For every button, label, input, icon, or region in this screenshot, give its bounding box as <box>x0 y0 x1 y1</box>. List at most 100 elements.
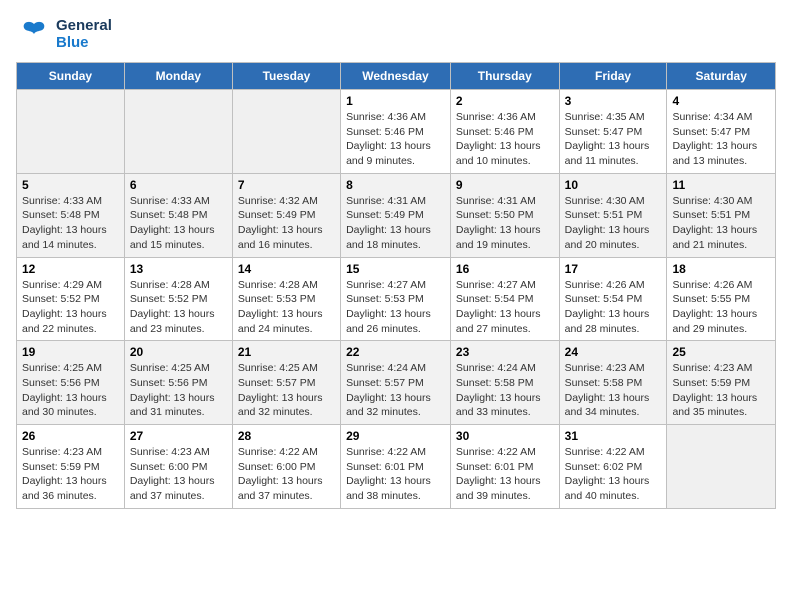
calendar-day-cell: 20Sunrise: 4:25 AM Sunset: 5:56 PM Dayli… <box>124 341 232 425</box>
logo-bird-icon <box>16 16 52 52</box>
calendar-day-cell: 27Sunrise: 4:23 AM Sunset: 6:00 PM Dayli… <box>124 425 232 509</box>
calendar-day-cell: 19 Sunrise: 4:25 AM Sunset: 5:56 PM Dayli… <box>17 341 125 425</box>
logo: General Blue <box>16 16 112 52</box>
day-info: Sunrise: 4:23 AM Sunset: 6:00 PM Dayligh… <box>130 445 227 504</box>
day-info: Sunrise: 4:31 AM Sunset: 5:49 PM Dayligh… <box>346 194 445 253</box>
day-header-sunday: Sunday <box>17 63 125 90</box>
day-info: Sunrise: 4:30 AM Sunset: 5:51 PM Dayligh… <box>565 194 662 253</box>
day-info: Sunrise: 4:23 AM Sunset: 5:59 PM Dayligh… <box>22 445 119 504</box>
day-header-tuesday: Tuesday <box>232 63 340 90</box>
empty-cell <box>17 90 125 174</box>
day-info: Sunrise: 4:28 AM Sunset: 5:52 PM Dayligh… <box>130 278 227 337</box>
day-number: 12 <box>22 262 119 276</box>
day-header-wednesday: Wednesday <box>341 63 451 90</box>
calendar-day-cell: 21Sunrise: 4:25 AM Sunset: 5:57 PM Dayli… <box>232 341 340 425</box>
day-info: Sunrise: 4:27 AM Sunset: 5:54 PM Dayligh… <box>456 278 554 337</box>
day-number: 30 <box>456 429 554 443</box>
day-info: Sunrise: 4:28 AM Sunset: 5:53 PM Dayligh… <box>238 278 335 337</box>
day-info: Sunrise: 4:26 AM Sunset: 5:54 PM Dayligh… <box>565 278 662 337</box>
day-number: 7 <box>238 178 335 192</box>
day-number: 29 <box>346 429 445 443</box>
calendar-day-cell: 11 Sunrise: 4:30 AM Sunset: 5:51 PM Dayli… <box>667 173 776 257</box>
calendar-day-cell: 7 Sunrise: 4:32 AM Sunset: 5:49 PM Daylig… <box>232 173 340 257</box>
calendar-day-cell: 24Sunrise: 4:23 AM Sunset: 5:58 PM Dayli… <box>559 341 667 425</box>
calendar-day-cell: 4 Sunrise: 4:34 AM Sunset: 5:47 PM Daylig… <box>667 90 776 174</box>
calendar-day-cell: 15Sunrise: 4:27 AM Sunset: 5:53 PM Dayli… <box>341 257 451 341</box>
day-header-friday: Friday <box>559 63 667 90</box>
day-info: Sunrise: 4:34 AM Sunset: 5:47 PM Dayligh… <box>672 110 770 169</box>
calendar-day-cell: 31Sunrise: 4:22 AM Sunset: 6:02 PM Dayli… <box>559 425 667 509</box>
day-number: 10 <box>565 178 662 192</box>
day-info: Sunrise: 4:36 AM Sunset: 5:46 PM Dayligh… <box>456 110 554 169</box>
day-info: Sunrise: 4:22 AM Sunset: 6:01 PM Dayligh… <box>346 445 445 504</box>
day-info: Sunrise: 4:32 AM Sunset: 5:49 PM Dayligh… <box>238 194 335 253</box>
day-number: 3 <box>565 94 662 108</box>
day-info: Sunrise: 4:27 AM Sunset: 5:53 PM Dayligh… <box>346 278 445 337</box>
calendar-day-cell: 28 Sunrise: 4:22 AM Sunset: 6:00 PM Dayli… <box>232 425 340 509</box>
day-number: 14 <box>238 262 335 276</box>
day-number: 1 <box>346 94 445 108</box>
day-info: Sunrise: 4:23 AM Sunset: 5:59 PM Dayligh… <box>672 361 770 420</box>
calendar-day-cell: 9Sunrise: 4:31 AM Sunset: 5:50 PM Daylig… <box>450 173 559 257</box>
day-info: Sunrise: 4:22 AM Sunset: 6:00 PM Dayligh… <box>238 445 335 504</box>
calendar-day-cell: 26 Sunrise: 4:23 AM Sunset: 5:59 PM Dayli… <box>17 425 125 509</box>
calendar-day-cell: 22 Sunrise: 4:24 AM Sunset: 5:57 PM Dayli… <box>341 341 451 425</box>
day-info: Sunrise: 4:25 AM Sunset: 5:56 PM Dayligh… <box>130 361 227 420</box>
calendar-day-cell: 12 Sunrise: 4:29 AM Sunset: 5:52 PM Dayli… <box>17 257 125 341</box>
calendar-day-cell: 6Sunrise: 4:33 AM Sunset: 5:48 PM Daylig… <box>124 173 232 257</box>
calendar-day-cell: 23 Sunrise: 4:24 AM Sunset: 5:58 PM Dayli… <box>450 341 559 425</box>
day-number: 23 <box>456 345 554 359</box>
day-number: 24 <box>565 345 662 359</box>
day-info: Sunrise: 4:26 AM Sunset: 5:55 PM Dayligh… <box>672 278 770 337</box>
calendar-day-cell: 25 Sunrise: 4:23 AM Sunset: 5:59 PM Dayli… <box>667 341 776 425</box>
day-number: 16 <box>456 262 554 276</box>
day-number: 4 <box>672 94 770 108</box>
day-number: 11 <box>672 178 770 192</box>
day-number: 8 <box>346 178 445 192</box>
day-info: Sunrise: 4:25 AM Sunset: 5:57 PM Dayligh… <box>238 361 335 420</box>
calendar-table: SundayMondayTuesdayWednesdayThursdayFrid… <box>16 62 776 509</box>
page-header: General Blue <box>16 16 776 52</box>
calendar-day-cell: 30Sunrise: 4:22 AM Sunset: 6:01 PM Dayli… <box>450 425 559 509</box>
calendar-day-cell: 5Sunrise: 4:33 AM Sunset: 5:48 PM Daylig… <box>17 173 125 257</box>
day-number: 26 <box>22 429 119 443</box>
calendar-day-cell: 14 Sunrise: 4:28 AM Sunset: 5:53 PM Dayli… <box>232 257 340 341</box>
day-header-saturday: Saturday <box>667 63 776 90</box>
day-info: Sunrise: 4:31 AM Sunset: 5:50 PM Dayligh… <box>456 194 554 253</box>
day-info: Sunrise: 4:30 AM Sunset: 5:51 PM Dayligh… <box>672 194 770 253</box>
calendar-day-cell: 1 Sunrise: 4:36 AM Sunset: 5:46 PM Daylig… <box>341 90 451 174</box>
logo-blue: Blue <box>56 34 112 51</box>
calendar-header-row: SundayMondayTuesdayWednesdayThursdayFrid… <box>17 63 776 90</box>
empty-cell <box>667 425 776 509</box>
day-info: Sunrise: 4:29 AM Sunset: 5:52 PM Dayligh… <box>22 278 119 337</box>
calendar-day-cell: 8 Sunrise: 4:31 AM Sunset: 5:49 PM Daylig… <box>341 173 451 257</box>
day-header-thursday: Thursday <box>450 63 559 90</box>
empty-cell <box>124 90 232 174</box>
calendar-day-cell: 13 Sunrise: 4:28 AM Sunset: 5:52 PM Dayli… <box>124 257 232 341</box>
day-info: Sunrise: 4:36 AM Sunset: 5:46 PM Dayligh… <box>346 110 445 169</box>
calendar-day-cell: 2 Sunrise: 4:36 AM Sunset: 5:46 PM Daylig… <box>450 90 559 174</box>
day-number: 13 <box>130 262 227 276</box>
day-number: 19 <box>22 345 119 359</box>
calendar-week-row: 26 Sunrise: 4:23 AM Sunset: 5:59 PM Dayli… <box>17 425 776 509</box>
calendar-day-cell: 3Sunrise: 4:35 AM Sunset: 5:47 PM Daylig… <box>559 90 667 174</box>
day-number: 2 <box>456 94 554 108</box>
empty-cell <box>232 90 340 174</box>
day-info: Sunrise: 4:24 AM Sunset: 5:57 PM Dayligh… <box>346 361 445 420</box>
day-number: 22 <box>346 345 445 359</box>
day-number: 6 <box>130 178 227 192</box>
calendar-day-cell: 29 Sunrise: 4:22 AM Sunset: 6:01 PM Dayli… <box>341 425 451 509</box>
calendar-day-cell: 16 Sunrise: 4:27 AM Sunset: 5:54 PM Dayli… <box>450 257 559 341</box>
day-number: 25 <box>672 345 770 359</box>
calendar-week-row: 12 Sunrise: 4:29 AM Sunset: 5:52 PM Dayli… <box>17 257 776 341</box>
calendar-week-row: 5Sunrise: 4:33 AM Sunset: 5:48 PM Daylig… <box>17 173 776 257</box>
day-number: 5 <box>22 178 119 192</box>
day-info: Sunrise: 4:25 AM Sunset: 5:56 PM Dayligh… <box>22 361 119 420</box>
day-header-monday: Monday <box>124 63 232 90</box>
day-info: Sunrise: 4:24 AM Sunset: 5:58 PM Dayligh… <box>456 361 554 420</box>
calendar-day-cell: 17Sunrise: 4:26 AM Sunset: 5:54 PM Dayli… <box>559 257 667 341</box>
calendar-week-row: 1 Sunrise: 4:36 AM Sunset: 5:46 PM Daylig… <box>17 90 776 174</box>
logo-general: General <box>56 17 112 34</box>
day-info: Sunrise: 4:22 AM Sunset: 6:02 PM Dayligh… <box>565 445 662 504</box>
day-number: 28 <box>238 429 335 443</box>
